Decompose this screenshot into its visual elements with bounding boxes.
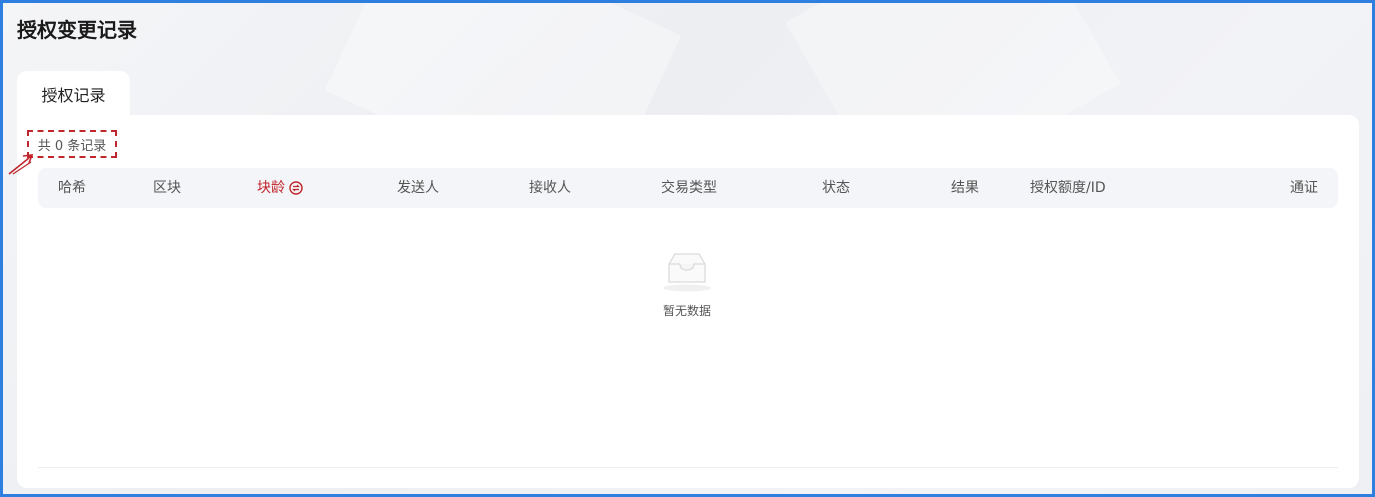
switch-icon[interactable] [289,181,303,195]
column-result: 结果 [951,180,979,196]
table-header: 哈希 区块 块龄 发送人 接收人 交易类型 状态 结果 授权额度/ID 通证 [38,168,1338,208]
column-hash: 哈希 [58,180,86,196]
column-tx-type: 交易类型 [661,180,717,196]
column-allowance-id: 授权额度/ID [1030,180,1106,196]
inbox-icon [663,253,711,292]
window-frame: 授权变更记录 授权记录 共 0 条记录 哈希 区块 块龄 发送人 接收人 交易类… [3,3,1372,494]
column-sender: 发送人 [397,180,439,196]
column-status: 状态 [822,180,850,196]
empty-state: 暂无数据 [637,250,737,319]
empty-state-text: 暂无数据 [662,304,711,318]
column-receiver: 接收人 [529,180,571,196]
tab-authorization-records[interactable]: 授权记录 [17,71,130,116]
records-card: 共 0 条记录 哈希 区块 块龄 发送人 接收人 交易类型 状态 结果 授权额度… [8,115,1359,488]
column-block: 区块 [153,180,181,196]
column-token: 通证 [1290,180,1318,196]
table-footer-divider [38,467,1338,468]
column-age[interactable]: 块龄 [257,168,303,208]
annotation-arrow-icon [8,154,34,175]
total-count-label: 共 0 条记录 [27,130,117,158]
column-age-label: 块龄 [257,180,285,196]
page-title: 授权变更记录 [17,18,137,42]
